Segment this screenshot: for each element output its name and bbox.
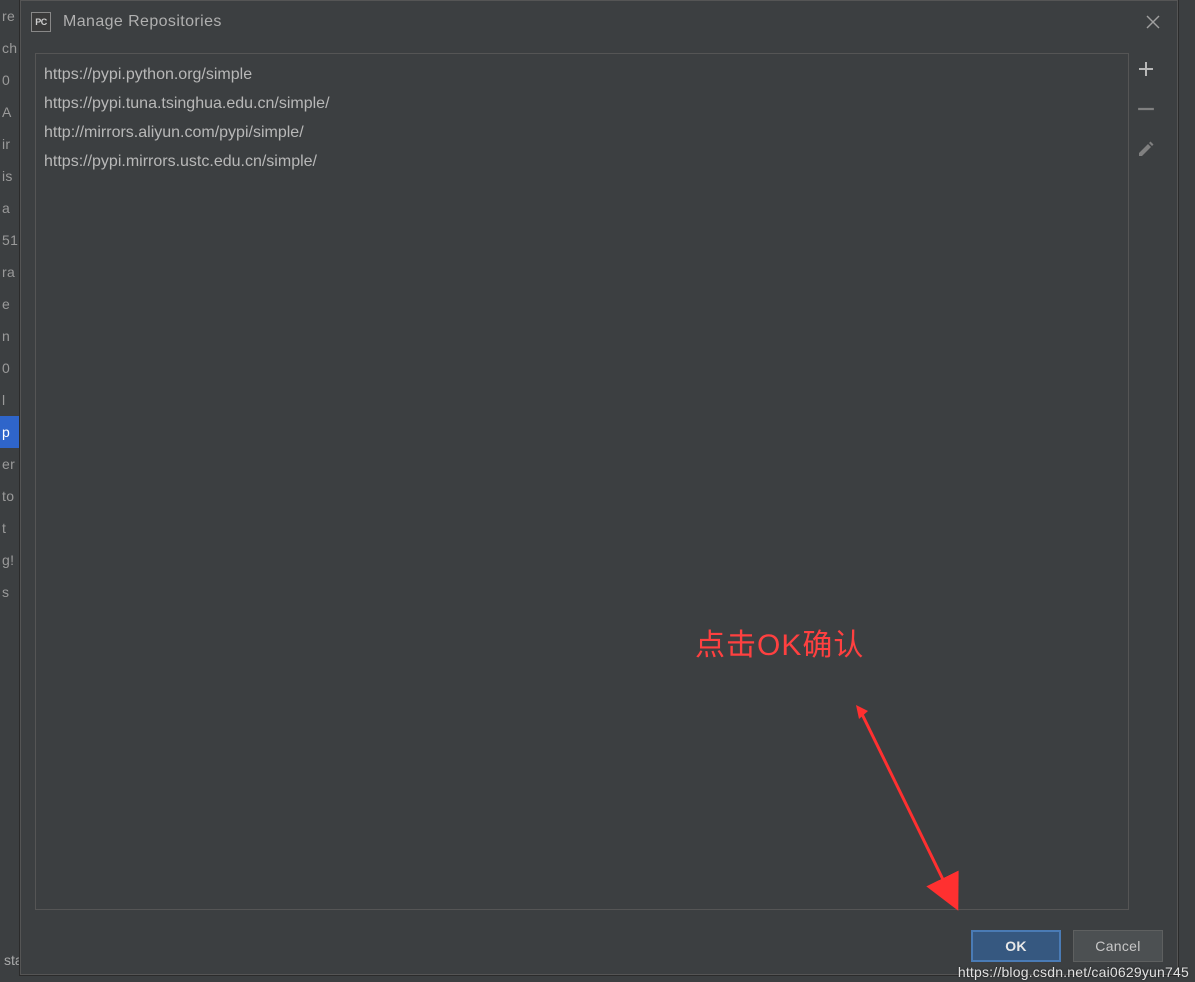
add-button[interactable] xyxy=(1134,57,1158,81)
edit-button[interactable] xyxy=(1134,137,1158,161)
dialog-title: Manage Repositories xyxy=(63,13,222,31)
pycharm-icon: PC xyxy=(31,12,51,32)
cancel-button[interactable]: Cancel xyxy=(1073,930,1163,962)
close-button[interactable] xyxy=(1139,8,1167,36)
ok-button[interactable]: OK xyxy=(971,930,1061,962)
list-item[interactable]: http://mirrors.aliyun.com/pypi/simple/ xyxy=(44,118,1120,147)
list-toolbar xyxy=(1129,53,1163,910)
list-item[interactable]: https://pypi.mirrors.ustc.edu.cn/simple/ xyxy=(44,147,1120,176)
remove-button[interactable] xyxy=(1134,97,1158,121)
dialog-titlebar: PC Manage Repositories xyxy=(21,1,1177,43)
manage-repositories-dialog: PC Manage Repositories https://pypi.pyth… xyxy=(20,0,1178,975)
close-icon xyxy=(1146,15,1160,29)
plus-icon xyxy=(1138,61,1154,77)
list-item[interactable]: https://pypi.tuna.tsinghua.edu.cn/simple… xyxy=(44,89,1120,118)
repository-list[interactable]: https://pypi.python.org/simple https://p… xyxy=(35,53,1129,910)
dialog-footer: OK Cancel xyxy=(971,930,1163,962)
pencil-icon xyxy=(1137,140,1155,158)
dialog-content: https://pypi.python.org/simple https://p… xyxy=(35,53,1163,910)
minus-icon xyxy=(1137,100,1155,118)
list-item[interactable]: https://pypi.python.org/simple xyxy=(44,60,1120,89)
background-window-strip: re ch 0 A ir is a 51 ra e n 0 l p er to … xyxy=(0,0,20,982)
